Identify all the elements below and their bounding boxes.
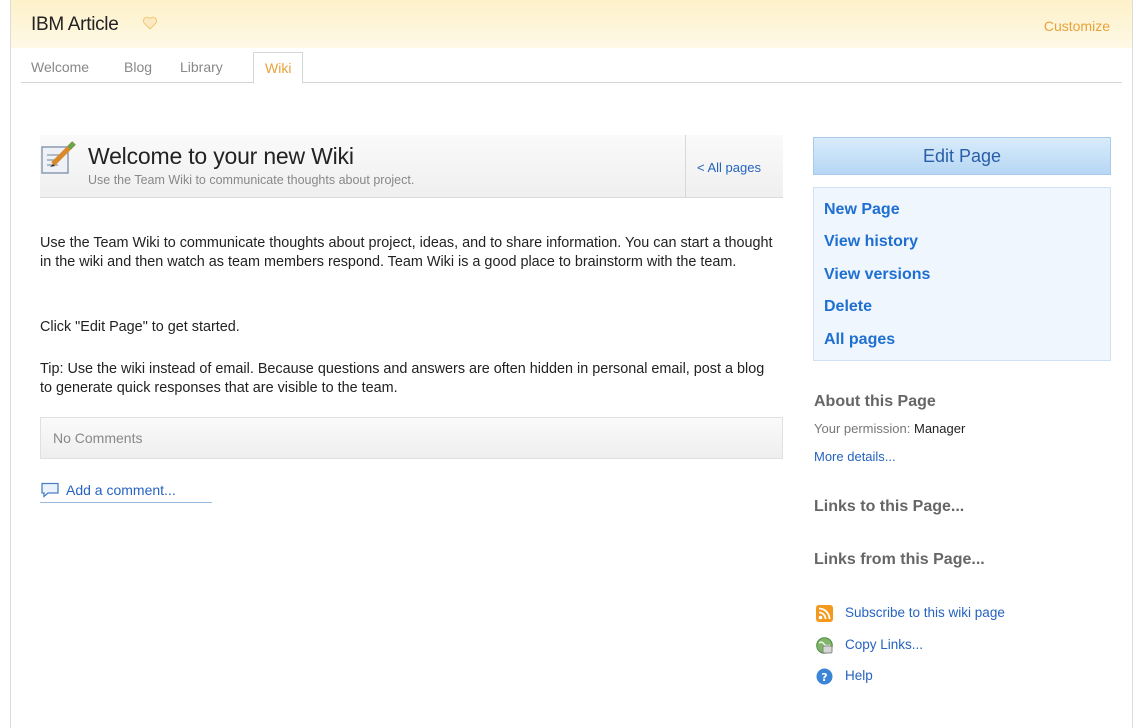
- permission-info: Your permission: Manager: [814, 421, 965, 436]
- view-history-link[interactable]: View history: [824, 233, 918, 251]
- wiki-intro-paragraph: Use the Team Wiki to communicate thought…: [40, 235, 773, 270]
- wiki-page-title: Welcome to your new Wiki: [88, 143, 354, 169]
- all-pages-link[interactable]: All pages: [824, 331, 895, 349]
- favorite-heart-icon[interactable]: [142, 15, 158, 31]
- view-versions-link[interactable]: View versions: [824, 266, 930, 284]
- add-comment-link[interactable]: Add a comment...: [40, 481, 212, 503]
- copy-links-link[interactable]: Copy Links...: [816, 636, 956, 656]
- wiki-instruction-paragraph: Click "Edit Page" to get started.: [40, 319, 240, 335]
- app-frame: IBM Article Customize Welcome Blog Libra…: [10, 0, 1133, 728]
- tab-wiki[interactable]: Wiki: [253, 52, 304, 84]
- copy-links-label: Copy Links...: [845, 637, 924, 652]
- app-header: IBM Article Customize: [11, 0, 1132, 48]
- rss-feed-icon: [816, 605, 833, 622]
- app-title: IBM Article: [31, 14, 119, 35]
- comments-section: No Comments: [40, 417, 783, 459]
- wiki-page-header: Welcome to your new Wiki Use the Team Wi…: [40, 135, 783, 198]
- new-page-link[interactable]: New Page: [824, 201, 900, 219]
- page-actions-panel: New Page View history View versions Dele…: [813, 187, 1111, 361]
- delete-link[interactable]: Delete: [824, 298, 872, 316]
- tab-library[interactable]: Library: [180, 59, 223, 75]
- tab-bar: Welcome Blog Library Wiki: [21, 50, 1122, 84]
- links-to-page-toggle[interactable]: Links to this Page...: [814, 498, 964, 516]
- copy-links-icon: [816, 637, 833, 654]
- header-divider: [685, 135, 686, 197]
- help-link[interactable]: ? Help: [816, 667, 896, 687]
- add-comment-label: Add a comment...: [66, 482, 176, 498]
- wiki-tip-paragraph: Tip: Use the wiki instead of email. Beca…: [40, 361, 765, 396]
- wiki-page-subtitle: Use the Team Wiki to communicate thought…: [88, 173, 415, 187]
- subscribe-link[interactable]: Subscribe to this wiki page: [816, 604, 1046, 624]
- permission-label: Your permission:: [814, 421, 911, 436]
- more-details-link[interactable]: More details...: [814, 449, 896, 464]
- comments-count: No Comments: [53, 430, 143, 446]
- all-pages-back-link[interactable]: < All pages: [697, 160, 761, 175]
- edit-page-button[interactable]: Edit Page: [813, 137, 1111, 175]
- links-from-page-toggle[interactable]: Links from this Page...: [814, 551, 985, 569]
- about-page-heading: About this Page: [814, 393, 936, 410]
- help-icon: ?: [816, 668, 833, 685]
- comment-bubble-icon: [41, 482, 59, 498]
- customize-link[interactable]: Customize: [1044, 18, 1110, 34]
- wiki-edit-icon: [41, 141, 76, 174]
- tab-blog[interactable]: Blog: [124, 59, 152, 75]
- svg-text:?: ?: [821, 671, 827, 684]
- permission-value: Manager: [913, 421, 966, 436]
- help-label: Help: [845, 668, 873, 683]
- tab-welcome[interactable]: Welcome: [31, 59, 89, 75]
- subscribe-label: Subscribe to this wiki page: [845, 605, 1005, 620]
